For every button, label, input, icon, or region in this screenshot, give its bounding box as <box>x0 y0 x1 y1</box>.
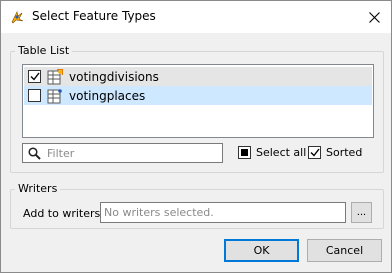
list-item-label: votingplaces <box>69 88 146 103</box>
filter-field[interactable] <box>22 143 223 163</box>
feature-type-list[interactable]: votingdivisions votingplaces <box>22 64 374 138</box>
cancel-button[interactable]: Cancel <box>307 239 382 262</box>
list-item[interactable]: votingdivisions <box>24 67 372 86</box>
item-checkbox[interactable] <box>28 89 41 102</box>
checkmark-icon <box>30 72 40 81</box>
window-title: Select Feature Types <box>32 9 156 23</box>
list-item[interactable]: votingplaces <box>24 86 372 105</box>
list-item-label: votingdivisions <box>69 69 159 84</box>
sorted-box[interactable] <box>308 146 321 159</box>
sorted-checkbox[interactable]: Sorted <box>308 146 362 159</box>
filter-input[interactable] <box>47 145 219 161</box>
checkmark-icon <box>310 148 320 157</box>
search-icon <box>28 147 41 160</box>
fme-icon <box>11 11 24 24</box>
browse-writers-button[interactable]: ... <box>351 202 372 223</box>
select-all-box[interactable] <box>238 146 251 159</box>
select-all-checkbox[interactable]: Select all <box>238 146 306 159</box>
close-button[interactable] <box>361 5 387 29</box>
close-icon <box>368 11 380 23</box>
sorted-label: Sorted <box>326 146 363 159</box>
writers-field[interactable] <box>100 202 346 223</box>
select-feature-types-dialog: Select Feature Types Table List votingdi… <box>0 0 392 273</box>
writers-label: Writers <box>15 182 61 195</box>
title-bar[interactable]: Select Feature Types <box>1 1 391 33</box>
select-all-label: Select all <box>256 146 307 159</box>
feature-type-table-icon <box>47 68 63 84</box>
ok-button[interactable]: OK <box>224 239 299 262</box>
feature-type-table-icon <box>47 88 62 103</box>
table-list-label: Table List <box>15 44 73 57</box>
writers-group: Writers Add to writers: ... <box>10 182 384 229</box>
indeterminate-mark <box>241 149 248 156</box>
item-checkbox[interactable] <box>28 70 41 83</box>
table-list-group: Table List votingdivisions votingplaces … <box>10 44 384 173</box>
add-to-writers-label: Add to writers: <box>23 207 104 220</box>
